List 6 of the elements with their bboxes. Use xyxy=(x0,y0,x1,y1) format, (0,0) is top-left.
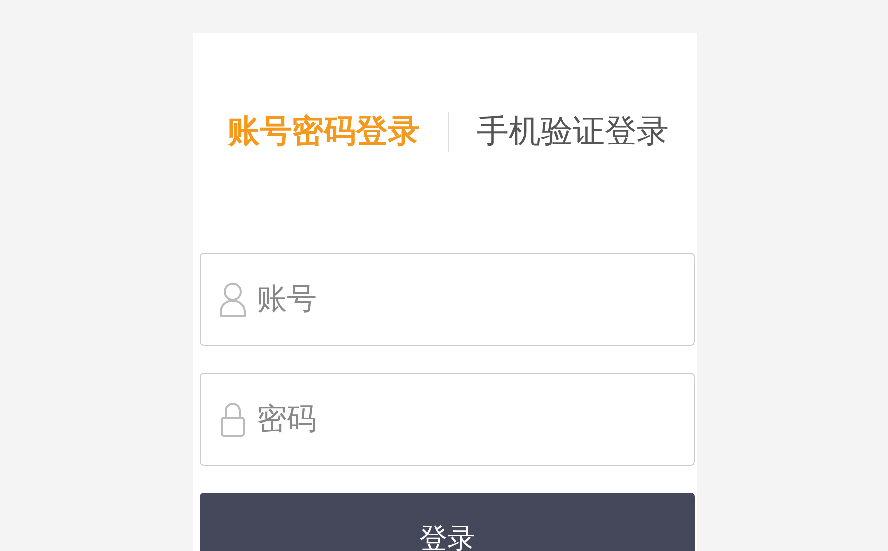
login-tab[interactable]: 手机验证登录 xyxy=(477,110,669,154)
lock-icon xyxy=(219,402,247,438)
user-icon xyxy=(219,282,247,318)
password-field[interactable]: 密码 xyxy=(200,373,695,466)
account-field[interactable]: 账号 xyxy=(200,253,695,346)
login-button[interactable]: 登录 xyxy=(200,493,695,551)
